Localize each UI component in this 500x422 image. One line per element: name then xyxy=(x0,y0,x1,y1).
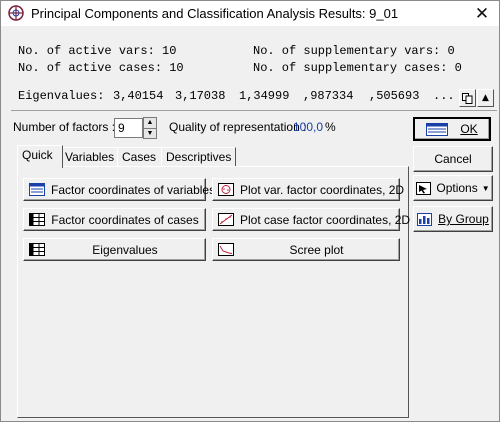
tab-label: Descriptives xyxy=(166,150,232,164)
case-plot-icon xyxy=(218,213,234,226)
copy-eigenvalues-button[interactable] xyxy=(459,89,476,107)
active-cases-value: 10 xyxy=(169,61,184,75)
arrow-up-icon: ▲ xyxy=(482,93,489,103)
spin-down-icon[interactable]: ▼ xyxy=(144,129,156,139)
eigenvalue-item: ,505693 xyxy=(369,89,420,103)
eigenvalues-button[interactable]: Eigenvalues xyxy=(23,238,206,261)
by-group-button[interactable]: By Group xyxy=(413,206,493,232)
line-chart-icon xyxy=(218,243,234,256)
button-label: Scree plot xyxy=(289,242,344,257)
active-cases-label: No. of active cases: xyxy=(18,61,163,75)
eigenvalue-item: 3,40154 xyxy=(113,89,164,103)
close-icon: ✕ xyxy=(474,3,490,23)
tab-variables[interactable]: Variables xyxy=(60,147,120,167)
eigenvalues-label: Eigenvalues: xyxy=(18,89,105,103)
active-vars-value: 10 xyxy=(162,44,177,58)
plot-var-factor-coordinates-button[interactable]: Plot var. factor coordinates, 2D xyxy=(212,178,404,201)
results-dialog: Principal Components and Classification … xyxy=(0,0,500,422)
cancel-label: Cancel xyxy=(434,152,472,166)
active-vars-label: No. of active vars: xyxy=(18,44,155,58)
eigenvalue-ellipsis: ... xyxy=(433,89,455,103)
grid-icon xyxy=(29,213,45,226)
supp-cases-value: 0 xyxy=(454,61,462,75)
tab-quick[interactable]: Quick xyxy=(17,145,63,168)
ok-button[interactable]: OK xyxy=(413,117,491,141)
eigenvalue-item: 1,34999 xyxy=(239,89,290,103)
group-icon xyxy=(417,212,433,226)
options-label: Options xyxy=(436,181,478,195)
table-icon xyxy=(29,183,45,196)
quality-value: 100,0 xyxy=(293,120,324,134)
scroll-up-button[interactable]: ▲ xyxy=(477,89,494,107)
button-label: Plot case factor coordinates, 2D xyxy=(240,212,411,227)
supp-cases-row: No. of supplementary cases: 0 xyxy=(253,61,462,75)
by-group-label: By Group xyxy=(438,212,489,226)
supp-vars-value: 0 xyxy=(447,44,455,58)
spin-up-icon[interactable]: ▲ xyxy=(144,118,156,129)
factor-coordinates-variables-button[interactable]: Factor coordinates of variables xyxy=(23,178,215,201)
button-label: Factor coordinates of variables xyxy=(51,182,216,197)
summary-panel: No. of active vars: 10 No. of supplement… xyxy=(13,34,497,108)
plot-case-factor-coordinates-button[interactable]: Plot case factor coordinates, 2D xyxy=(212,208,410,231)
active-vars-row: No. of active vars: 10 xyxy=(18,44,176,58)
button-label: Factor coordinates of cases xyxy=(51,212,199,227)
factors-spinner[interactable]: ▲ ▼ xyxy=(143,117,157,139)
eigenvalue-item: 3,17038 xyxy=(175,89,226,103)
quality-unit: % xyxy=(325,120,336,134)
scatter-plot-icon xyxy=(218,183,234,196)
divider xyxy=(11,110,497,111)
cancel-button[interactable]: Cancel xyxy=(413,146,493,172)
supp-vars-label: No. of supplementary vars: xyxy=(253,44,441,58)
copy-icon xyxy=(462,92,473,104)
button-label: Plot var. factor coordinates, 2D xyxy=(240,182,405,197)
options-button[interactable]: Options ▼ xyxy=(413,175,493,201)
scree-plot-button[interactable]: Scree plot xyxy=(212,238,400,261)
active-cases-row: No. of active cases: 10 xyxy=(18,61,184,75)
supp-cases-label: No. of supplementary cases: xyxy=(253,61,448,75)
ok-label: OK xyxy=(460,122,478,136)
app-icon xyxy=(8,5,24,21)
dropdown-arrow-icon: ▼ xyxy=(481,183,490,193)
tab-cases[interactable]: Cases xyxy=(117,147,164,167)
quick-tab-panel xyxy=(17,166,409,418)
tab-label: Cases xyxy=(122,150,157,164)
summary-icon xyxy=(426,122,449,136)
title-bar[interactable]: Principal Components and Classification … xyxy=(1,1,499,26)
grid-icon xyxy=(29,243,45,256)
factor-coordinates-cases-button[interactable]: Factor coordinates of cases xyxy=(23,208,206,231)
tab-label: Variables xyxy=(65,150,115,164)
factors-input[interactable]: 9 xyxy=(114,118,143,138)
options-icon xyxy=(416,181,432,195)
close-button[interactable]: ✕ xyxy=(465,1,499,26)
supp-vars-row: No. of supplementary vars: 0 xyxy=(253,44,455,58)
tab-descriptives[interactable]: Descriptives xyxy=(161,147,236,167)
factors-label: Number of factors : xyxy=(13,120,116,134)
tab-label: Quick xyxy=(22,148,53,162)
window-title: Principal Components and Classification … xyxy=(31,6,399,21)
quality-label: Quality of representation : xyxy=(169,120,307,134)
button-label: Eigenvalues xyxy=(92,242,158,257)
eigenvalue-item: ,987334 xyxy=(303,89,354,103)
